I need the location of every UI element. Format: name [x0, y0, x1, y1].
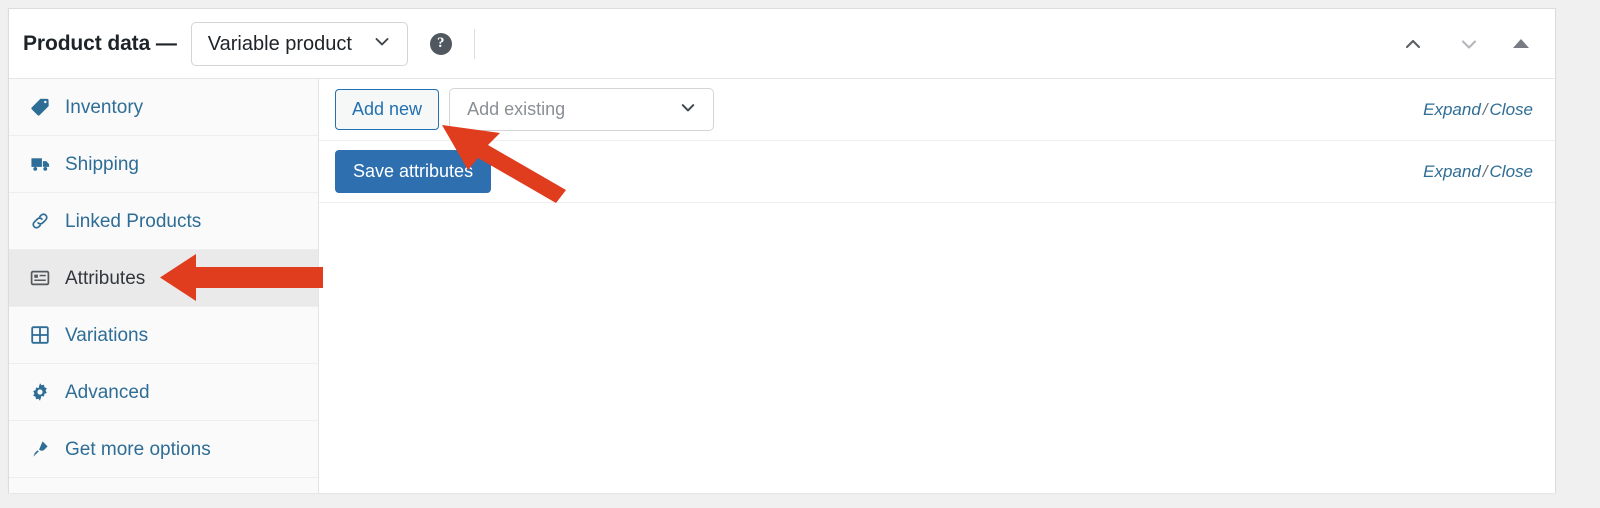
- screen-root: Product data — Variable product ? Invent…: [0, 0, 1600, 508]
- tag-icon: [29, 96, 51, 118]
- grid-icon: [29, 324, 51, 346]
- gear-icon: [29, 381, 51, 403]
- add-existing-select-wrapper: Add existing: [449, 87, 715, 132]
- chevron-up-icon: [1401, 32, 1425, 56]
- sidebar-item-label: Attributes: [65, 267, 146, 289]
- add-new-button[interactable]: Add new: [335, 88, 440, 131]
- sidebar-item-get-more-options[interactable]: Get more options: [9, 421, 318, 478]
- sidebar-item-inventory[interactable]: Inventory: [9, 79, 318, 136]
- expand-link[interactable]: Expand: [1423, 100, 1481, 119]
- list-view-icon: [29, 267, 51, 289]
- sidebar-item-variations[interactable]: Variations: [9, 307, 318, 364]
- metabox-header: Product data — Variable product ?: [9, 9, 1555, 79]
- sidebar-item-shipping[interactable]: Shipping: [9, 136, 318, 193]
- move-up-button[interactable]: [1395, 28, 1431, 60]
- product-data-tabs: Inventory Shipping Linked Products Attri…: [9, 79, 319, 493]
- sidebar-item-advanced[interactable]: Advanced: [9, 364, 318, 421]
- sidebar-item-label: Inventory: [65, 96, 144, 118]
- link-separator: /: [1482, 99, 1488, 119]
- attributes-toolbar-top: Add new Add existing Expand / Close: [319, 79, 1555, 141]
- truck-icon: [29, 153, 51, 175]
- triangle-up-icon: [1513, 39, 1529, 48]
- expand-link[interactable]: Expand: [1423, 162, 1481, 181]
- expand-close-links-top: Expand / Close: [1423, 100, 1533, 120]
- attributes-toolbar-bottom: Save attributes Expand / Close: [319, 141, 1555, 203]
- sidebar-item-label: Linked Products: [65, 210, 202, 232]
- product-data-metabox: Product data — Variable product ? Invent…: [8, 8, 1556, 493]
- sidebar-item-label: Shipping: [65, 153, 139, 175]
- move-down-button[interactable]: [1451, 28, 1487, 60]
- metabox-header-actions: [1395, 28, 1539, 60]
- toggle-panel-button[interactable]: [1507, 35, 1535, 52]
- sidebar-item-label: Advanced: [65, 381, 150, 403]
- help-circle-icon[interactable]: ?: [429, 32, 452, 55]
- product-type-select[interactable]: Variable product: [190, 21, 408, 66]
- metabox-body: Inventory Shipping Linked Products Attri…: [9, 79, 1555, 493]
- attributes-panel: Add new Add existing Expand / Close Save…: [319, 79, 1555, 493]
- plug-icon: [29, 438, 51, 460]
- header-divider: [473, 28, 475, 59]
- expand-close-links-bottom: Expand / Close: [1423, 162, 1533, 182]
- save-attributes-button[interactable]: Save attributes: [335, 149, 492, 194]
- chevron-down-icon: [1457, 32, 1481, 56]
- close-link[interactable]: Close: [1490, 100, 1533, 119]
- link-separator: /: [1482, 161, 1488, 181]
- page-title: Product data —: [23, 31, 177, 55]
- sidebar-item-label: Get more options: [65, 438, 211, 460]
- link-icon: [29, 210, 51, 232]
- sidebar-item-label: Variations: [65, 324, 149, 346]
- sidebar-item-linked-products[interactable]: Linked Products: [9, 193, 318, 250]
- product-type-select-wrapper: Variable product: [190, 21, 408, 66]
- close-link[interactable]: Close: [1490, 162, 1533, 181]
- sidebar-item-attributes[interactable]: Attributes: [9, 250, 318, 307]
- add-existing-select[interactable]: Add existing: [449, 87, 715, 132]
